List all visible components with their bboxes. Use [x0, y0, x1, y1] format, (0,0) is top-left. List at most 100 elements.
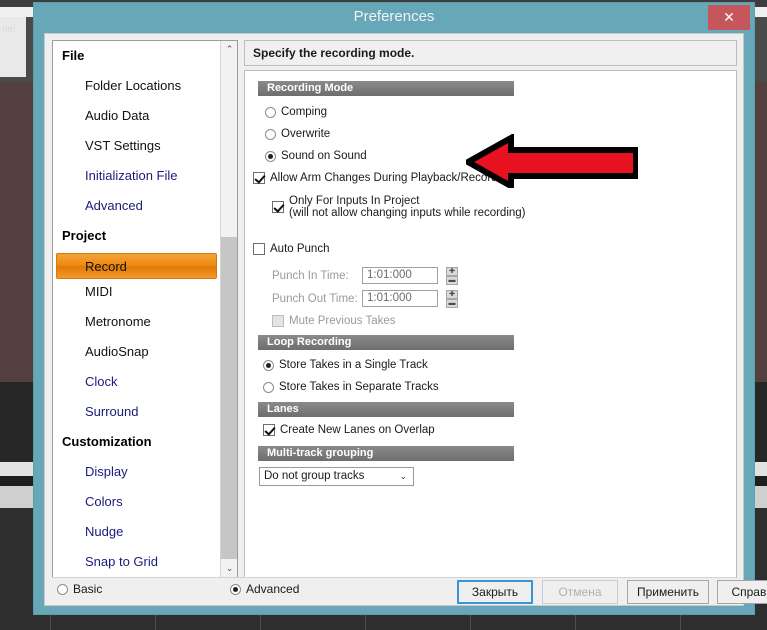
- sidebar-item-snap-to-grid[interactable]: Snap to Grid: [53, 547, 221, 577]
- checkbox-row-only-for-inputs[interactable]: Only For Inputs In Project (will not all…: [272, 195, 526, 219]
- radio-label-sound-on-sound: Sound on Sound: [281, 150, 367, 162]
- nav-scrollbar-thumb[interactable]: [221, 237, 237, 559]
- field-row-punch-in[interactable]: Punch In Time: 1:01:000 ✚ ▬: [272, 267, 458, 285]
- radio-comping[interactable]: [265, 106, 276, 118]
- dialog-footer: Basic Advanced Закрыть Отмена Применить …: [45, 577, 767, 605]
- radio-store-takes-separate-tracks[interactable]: [263, 381, 274, 393]
- checkbox-allow-arm-changes[interactable]: [253, 172, 265, 184]
- radio-label-store-takes-separate-tracks: Store Takes in Separate Tracks: [279, 381, 439, 393]
- radio-advanced[interactable]: [230, 583, 241, 595]
- apply-button[interactable]: Применить: [627, 580, 709, 604]
- sidebar-item-label: Surround: [85, 404, 139, 419]
- sidebar-item-midi[interactable]: MIDI: [53, 277, 221, 307]
- nav-scrollbar[interactable]: ⌃ ⌄: [220, 41, 237, 577]
- radio-row-sound-on-sound[interactable]: Sound on Sound: [265, 150, 367, 162]
- checkbox-row-create-new-lanes[interactable]: Create New Lanes on Overlap: [263, 424, 435, 436]
- radio-row-comping[interactable]: Comping: [265, 106, 327, 118]
- radio-label-comping: Comping: [281, 106, 328, 118]
- radio-label-advanced: Advanced: [246, 582, 300, 596]
- checkbox-mute-previous-takes[interactable]: [272, 315, 284, 327]
- sidebar-item-customization: Customization: [53, 427, 221, 457]
- checkbox-auto-punch[interactable]: [253, 243, 265, 255]
- sidebar-item-colors[interactable]: Colors: [53, 487, 221, 517]
- spinner-up-icon[interactable]: ✚: [446, 290, 458, 299]
- spinner-punch-in-time[interactable]: ✚ ▬: [446, 267, 458, 285]
- radio-sound-on-sound[interactable]: [265, 150, 276, 162]
- select-multi-track-grouping[interactable]: Do not group tracks ⌄: [259, 467, 414, 486]
- sidebar-item-label: Folder Locations: [85, 78, 182, 93]
- sidebar-item-advanced[interactable]: Advanced: [53, 191, 221, 221]
- sidebar-item-clock[interactable]: Clock: [53, 367, 221, 397]
- spinner-punch-out-time[interactable]: ✚ ▬: [446, 290, 458, 308]
- spinner-up-icon[interactable]: ✚: [446, 267, 458, 276]
- help-button[interactable]: Справка: [717, 580, 767, 604]
- sidebar-item-surround[interactable]: Surround: [53, 397, 221, 427]
- footer-divider: [52, 577, 736, 578]
- checkbox-create-new-lanes-on-overlap[interactable]: [263, 424, 275, 436]
- sidebar-item-record[interactable]: Record: [56, 253, 217, 279]
- radio-row-basic[interactable]: Basic: [57, 582, 102, 596]
- sidebar-item-label: Customization: [62, 434, 152, 449]
- spinner-down-icon[interactable]: ▬: [446, 299, 458, 308]
- radio-basic[interactable]: [57, 583, 68, 595]
- preferences-dialog: Preferences ✕ File Folder Locations Audio …: [33, 2, 767, 615]
- sidebar-item-nudge[interactable]: Nudge: [53, 517, 221, 547]
- section-header-loop-recording: Loop Recording: [258, 335, 514, 350]
- sidebar-item-file: File: [53, 41, 221, 71]
- sidebar-item-initialization-file[interactable]: Initialization File: [53, 161, 221, 191]
- checkbox-label-mute-previous-takes: Mute Previous Takes: [289, 315, 396, 327]
- sidebar-item-label: Advanced: [85, 198, 143, 213]
- dialog-title: Preferences: [353, 8, 435, 25]
- settings-nav-tree[interactable]: File Folder Locations Audio Data VST Settin…: [52, 40, 238, 578]
- cancel-button: Отмена: [542, 580, 618, 604]
- sidebar-item-folder-locations[interactable]: Folder Locations: [53, 71, 221, 101]
- checkbox-row-auto-punch[interactable]: Auto Punch: [253, 243, 329, 255]
- checkbox-only-for-inputs[interactable]: [272, 201, 284, 213]
- nav-tree-list: File Folder Locations Audio Data VST Settin…: [53, 41, 221, 577]
- sidebar-item-vst-settings[interactable]: VST Settings: [53, 131, 221, 161]
- sidebar-item-label: Project: [62, 228, 107, 243]
- checkbox-label-only-for-inputs-line2: (will not allow changing inputs while re…: [289, 207, 526, 219]
- sidebar-item-label: Record: [85, 259, 127, 274]
- radio-row-separate-tracks[interactable]: Store Takes in Separate Tracks: [263, 381, 439, 393]
- section-header-multi-track-grouping: Multi-track grouping: [258, 446, 514, 461]
- sidebar-item-label: VST Settings: [85, 138, 161, 153]
- sidebar-item-label: AudioSnap: [85, 344, 149, 359]
- radio-label-store-takes-single-track: Store Takes in a Single Track: [279, 359, 428, 371]
- input-punch-out-time[interactable]: 1:01:000: [362, 290, 438, 307]
- sidebar-item-label: Initialization File: [85, 168, 178, 183]
- section-header-lanes: Lanes: [258, 402, 514, 417]
- sidebar-item-label: Clock: [85, 374, 118, 389]
- sidebar-item-label: MIDI: [85, 284, 113, 299]
- page-description: Specify the recording mode.: [244, 40, 737, 66]
- sidebar-item-project: Project: [53, 221, 221, 251]
- record-settings-panel: Recording Mode Comping Overwrite Sound o…: [244, 70, 737, 578]
- chevron-down-icon[interactable]: ⌄: [399, 468, 407, 485]
- sidebar-item-audio-data[interactable]: Audio Data: [53, 101, 221, 131]
- sidebar-item-label: Nudge: [85, 524, 124, 539]
- radio-row-single-track[interactable]: Store Takes in a Single Track: [263, 359, 428, 371]
- scroll-down-icon[interactable]: ⌄: [221, 560, 237, 577]
- sidebar-item-label: Display: [85, 464, 128, 479]
- radio-overwrite[interactable]: [265, 128, 276, 140]
- input-punch-in-time[interactable]: 1:01:000: [362, 267, 438, 284]
- sidebar-item-label: File: [62, 48, 85, 63]
- radio-store-takes-single-track[interactable]: [263, 359, 274, 371]
- field-row-punch-out[interactable]: Punch Out Time: 1:01:000 ✚ ▬: [272, 290, 458, 308]
- radio-row-advanced[interactable]: Advanced: [230, 582, 299, 596]
- radio-row-overwrite[interactable]: Overwrite: [265, 128, 330, 140]
- sidebar-item-label: Metronome: [85, 314, 151, 329]
- sidebar-item-audiosnap[interactable]: AudioSnap: [53, 337, 221, 367]
- close-button[interactable]: Закрыть: [457, 580, 533, 604]
- close-icon[interactable]: ✕: [708, 5, 750, 30]
- scroll-up-icon[interactable]: ⌃: [221, 41, 237, 58]
- radio-label-overwrite: Overwrite: [281, 128, 331, 140]
- sidebar-item-display[interactable]: Display: [53, 457, 221, 487]
- sidebar-item-metronome[interactable]: Metronome: [53, 307, 221, 337]
- sidebar-item-label: Snap to Grid: [85, 554, 158, 569]
- checkbox-row-mute-previous-takes[interactable]: Mute Previous Takes: [272, 315, 396, 327]
- checkbox-row-allow-arm-changes[interactable]: Allow Arm Changes During Playback/Record: [253, 172, 498, 184]
- spinner-down-icon[interactable]: ▬: [446, 276, 458, 285]
- label-punch-in-time: Punch In Time:: [272, 269, 349, 282]
- dialog-body: File Folder Locations Audio Data VST Settin…: [44, 33, 767, 606]
